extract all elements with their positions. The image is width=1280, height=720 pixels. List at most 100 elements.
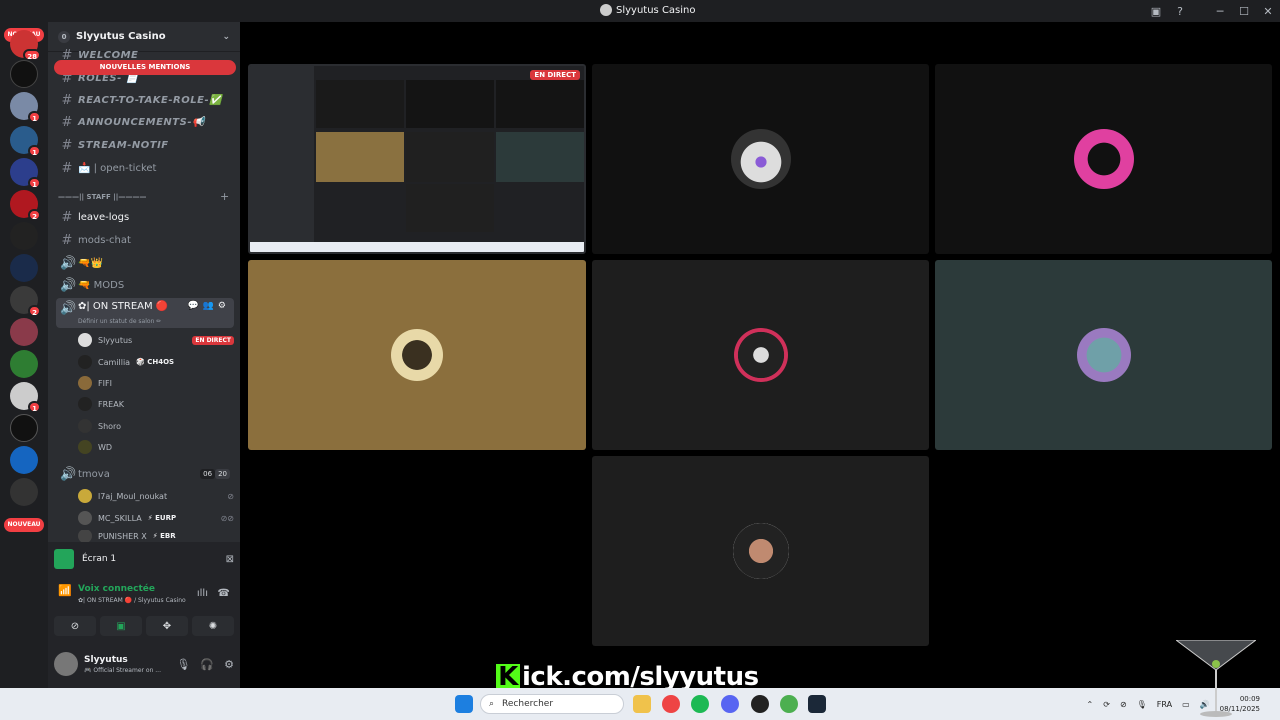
server-icon-6[interactable]: 2: [10, 190, 41, 221]
channel-leave-logs[interactable]: # leave-logs: [56, 207, 234, 227]
voice-user[interactable]: Camillia 🎲 CH4OS: [78, 352, 234, 372]
participant-tile[interactable]: [592, 260, 929, 450]
chevron-up-icon[interactable]: ⌃: [1087, 700, 1094, 709]
obs-icon[interactable]: [751, 695, 769, 713]
nested-tile: [496, 80, 584, 128]
speaker-icon: 🔊: [60, 301, 77, 316]
category-staff[interactable]: ———|| STAFF ||————: [58, 193, 236, 201]
voice-connection[interactable]: 📶 Voix connectée ✿| ON STREAM 🔴 / Slyyut…: [58, 584, 236, 604]
nested-tile: [406, 184, 494, 232]
close-icon[interactable]: ✕: [1256, 0, 1280, 22]
server-icon-arena[interactable]: [10, 414, 38, 442]
channel-react-to-take-role[interactable]: # REACT-TO-TAKE-ROLE-✅: [56, 90, 234, 110]
server-icon-3[interactable]: 1: [10, 92, 41, 123]
server-icon-10[interactable]: [10, 318, 38, 346]
voice-user[interactable]: WD: [78, 437, 234, 457]
maximize-icon[interactable]: ☐: [1232, 0, 1256, 22]
sync-icon[interactable]: ⟳: [1103, 700, 1110, 709]
channel-open-ticket[interactable]: # 📩 | open-ticket: [56, 158, 234, 178]
voice-user[interactable]: FREAK: [78, 394, 234, 414]
server-icon-14[interactable]: [10, 446, 38, 474]
share-screen-button[interactable]: ▣: [100, 616, 142, 636]
guild-name: Slyyutus Casino: [76, 31, 166, 42]
voice-channel-crown[interactable]: 🔊 🔫👑: [56, 253, 234, 273]
user-voice-panel: Écran 1 ⊠ 📶 Voix connectée ✿| ON STREAM …: [48, 542, 240, 688]
soundboard-button[interactable]: ✺: [192, 616, 234, 636]
channel-status-hint[interactable]: Définir un statut de salon ✏: [78, 318, 161, 325]
spotify-icon[interactable]: [691, 695, 709, 713]
participant-tile[interactable]: [935, 64, 1272, 254]
browser-icon[interactable]: [780, 695, 798, 713]
activities-button[interactable]: ✥: [146, 616, 188, 636]
hash-icon: #: [61, 160, 73, 176]
file-explorer-icon[interactable]: [633, 695, 651, 713]
hash-icon: #: [61, 137, 73, 153]
inbox-icon[interactable]: ▣: [1144, 0, 1168, 22]
signal-icon: 📶: [58, 584, 72, 597]
server-icon-15[interactable]: [10, 478, 38, 506]
server-list: NOUVEAU 28 1 1 1 2 2 1 NOUVEAU: [0, 22, 48, 688]
participant-tile[interactable]: [935, 260, 1272, 450]
server-icon-7[interactable]: [10, 222, 38, 250]
chevron-down-icon: ⌄: [222, 31, 230, 42]
stop-share-icon[interactable]: ⊠: [226, 554, 234, 565]
server-icon-5[interactable]: 1: [10, 158, 41, 189]
noise-suppression-icon[interactable]: ıllı: [197, 588, 208, 599]
voice-user[interactable]: PUNISHER X ⚡ EBR: [78, 530, 234, 542]
window-title-text: Slyyutus Casino: [616, 4, 696, 16]
channel-announcements[interactable]: # ANNOUNCEMENTS-📢: [56, 112, 234, 132]
help-icon[interactable]: ?: [1168, 0, 1192, 22]
voice-channel-mods[interactable]: 🔊 🔫 MODS: [56, 275, 234, 295]
headphones-icon[interactable]: 🎧: [200, 658, 214, 671]
network-off-icon[interactable]: ⊘: [1120, 700, 1127, 709]
windows-start-icon[interactable]: [455, 695, 473, 713]
language-indicator[interactable]: FRA: [1157, 700, 1172, 709]
server-icon-12[interactable]: 1: [10, 382, 41, 413]
windows-taskbar: ⌕ Rechercher ⌃ ⟳ ⊘ 🎙 FRA ▭ 🔊 00:09 08/11…: [0, 688, 1280, 720]
voice-user[interactable]: l7aj_Moul_noukat ⊘: [78, 486, 234, 506]
screen-share-tile[interactable]: EN DIRECT: [248, 64, 586, 254]
server-icon-11[interactable]: [10, 350, 38, 378]
new-mentions-pill[interactable]: NOUVELLES MENTIONS: [54, 60, 236, 75]
minimize-icon[interactable]: ─: [1208, 0, 1232, 22]
voice-stage: EN DIRECT: [240, 22, 1280, 688]
server-avatar-icon: [600, 4, 612, 16]
voice-user[interactable]: Slyyutus EN DIRECT: [78, 330, 234, 350]
discord-icon[interactable]: [721, 695, 739, 713]
server-icon-9[interactable]: 2: [10, 286, 41, 317]
live-badge: EN DIRECT: [530, 70, 580, 80]
nested-tile: [496, 132, 584, 182]
voice-user[interactable]: MC_SKILLA ⚡ EURP ⊘⊘: [78, 508, 234, 528]
camera-off-button[interactable]: ⊘: [54, 616, 96, 636]
server-icon-8[interactable]: [10, 254, 38, 282]
voice-user[interactable]: FIFI: [78, 373, 234, 393]
add-channel-icon[interactable]: +: [220, 190, 229, 203]
channel-mods-chat[interactable]: # mods-chat: [56, 230, 234, 250]
voice-user[interactable]: Shoro: [78, 416, 234, 436]
screen-share-row[interactable]: Écran 1 ⊠: [54, 548, 234, 570]
avatar: [54, 652, 78, 676]
steam-icon[interactable]: [808, 695, 826, 713]
channel-stream-notif[interactable]: # STREAM-NOTIF: [56, 135, 234, 155]
participant-tile[interactable]: [592, 456, 929, 646]
user-area[interactable]: Slyyutus 🎮 Official Streamer on ... 🎙 🎧 …: [54, 648, 234, 680]
microphone-icon[interactable]: 🎙: [1137, 700, 1147, 709]
window-titlebar: Slyyutus Casino ▣ ? ─ ☐ ✕: [0, 0, 1280, 22]
taskbar-search[interactable]: ⌕ Rechercher: [480, 694, 624, 714]
muted-icon: ⊘⊘: [220, 513, 234, 523]
chrome-icon[interactable]: [662, 695, 680, 713]
new-server-pill-bottom[interactable]: NOUVEAU: [4, 518, 44, 532]
disconnect-icon[interactable]: ☎: [218, 588, 230, 599]
channel-actions-icons[interactable]: 💬👥⚙: [188, 301, 230, 311]
server-icon-cases[interactable]: 1: [10, 126, 41, 157]
server-icon-2[interactable]: [10, 60, 38, 88]
voice-channel-tmova[interactable]: 🔊 tmova 06 20: [56, 464, 234, 484]
participant-tile[interactable]: [248, 260, 586, 450]
kick-logo: K: [496, 664, 520, 690]
participant-tile[interactable]: [592, 64, 929, 254]
microphone-icon[interactable]: 🎙: [176, 658, 190, 671]
boost-badge: 0: [58, 30, 70, 43]
server-icon-1[interactable]: 28: [10, 30, 41, 61]
gear-icon[interactable]: ⚙: [224, 658, 234, 671]
